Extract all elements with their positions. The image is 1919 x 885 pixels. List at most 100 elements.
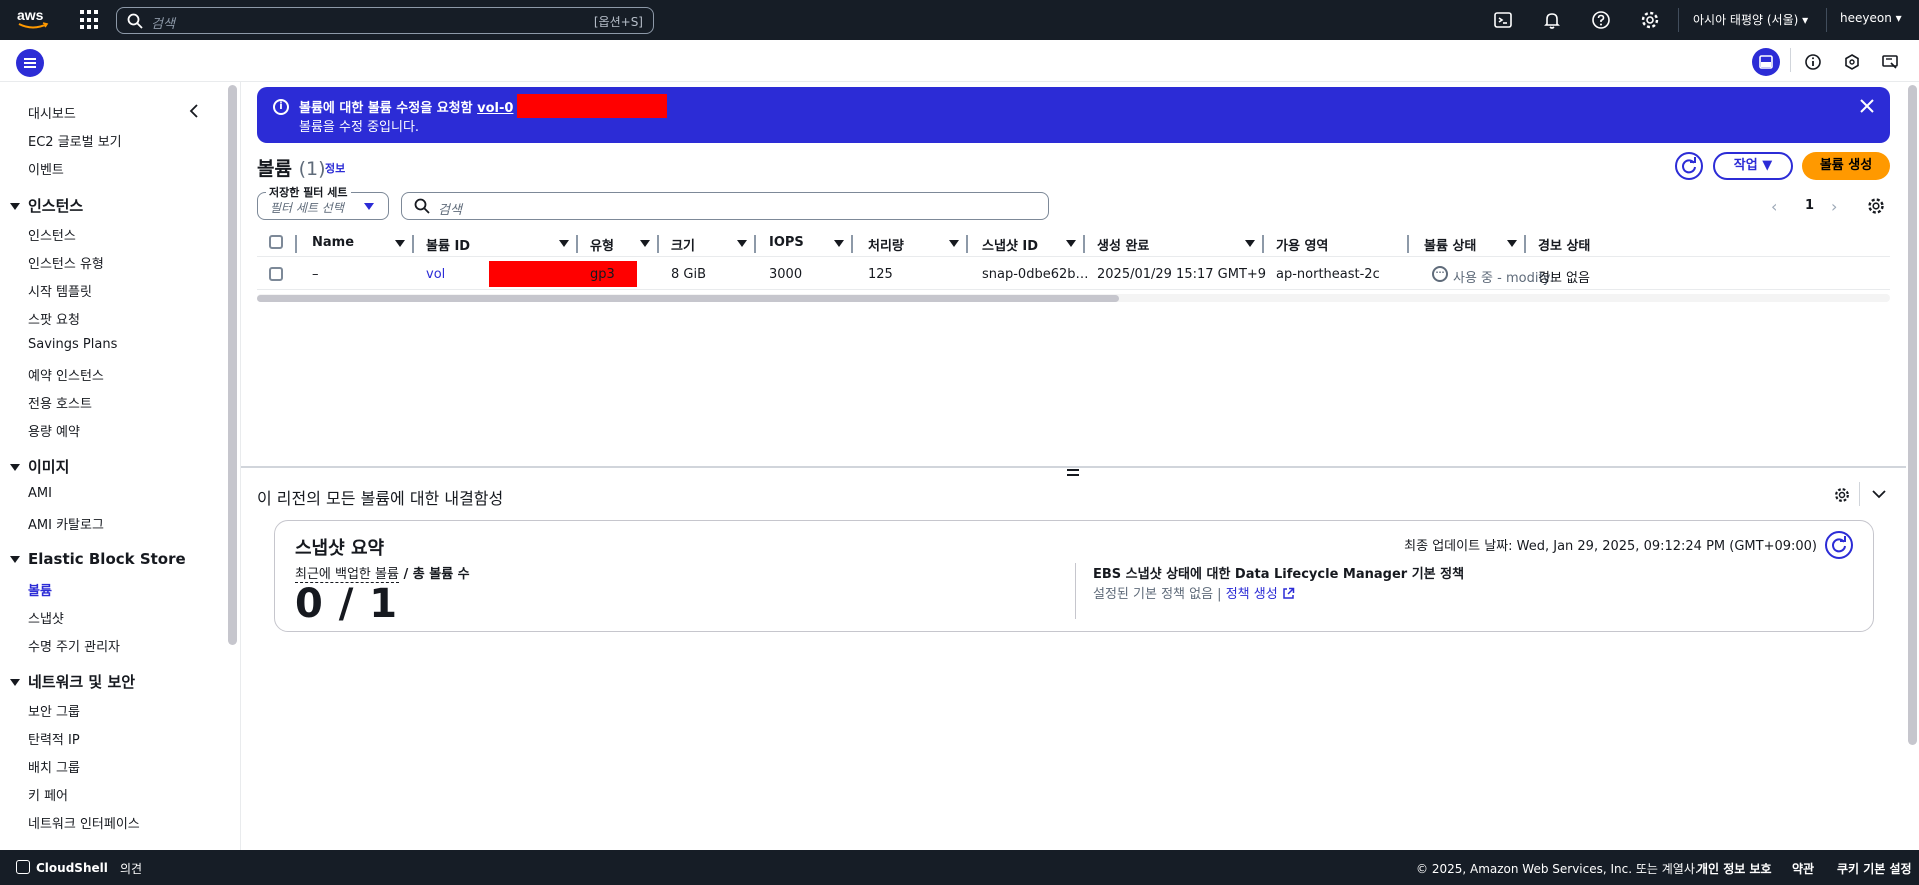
notifications-bell-icon[interactable]: [1542, 10, 1562, 30]
sidebar-item-snapshots[interactable]: 스냅샷: [28, 608, 64, 627]
gear-icon[interactable]: [1833, 486, 1851, 504]
column-header-volume-id[interactable]: 볼륨 ID: [426, 235, 470, 254]
cloudshell-icon[interactable]: [1493, 10, 1513, 30]
main-scrollbar[interactable]: [1908, 85, 1917, 745]
select-all-checkbox[interactable]: [269, 235, 283, 249]
feedback-link[interactable]: 의견: [120, 860, 142, 877]
sort-caret-icon[interactable]: [737, 240, 747, 247]
sidebar-item-placement-groups[interactable]: 배치 그룹: [28, 757, 80, 776]
sidebar-item-lifecycle-manager[interactable]: 수명 주기 관리자: [28, 636, 120, 655]
sidebar-item-instances[interactable]: 인스턴스: [28, 225, 76, 244]
sidebar-item-dashboard[interactable]: 대시보드: [28, 103, 76, 122]
sidebar-item-global-view[interactable]: EC2 글로벌 보기: [28, 131, 122, 150]
chevron-left-icon[interactable]: [188, 104, 200, 118]
svg-text:aws: aws: [17, 7, 44, 23]
sidebar-item-savings-plans[interactable]: Savings Plans: [28, 337, 117, 352]
sidebar-item-events[interactable]: 이벤트: [28, 159, 64, 178]
current-page[interactable]: 1: [1805, 198, 1814, 213]
actions-dropdown-button[interactable]: 작업 ▼: [1713, 152, 1793, 180]
global-search-input[interactable]: 검색 [옵션+S]: [116, 7, 654, 34]
gear-icon[interactable]: [1866, 196, 1886, 216]
cell-snapshot-id[interactable]: snap-0dbe62b…: [982, 267, 1089, 282]
refresh-icon: [1682, 157, 1696, 174]
sidebar-item-dedicated-hosts[interactable]: 전용 호스트: [28, 393, 92, 412]
account-menu[interactable]: heeyeon ▾: [1840, 11, 1902, 25]
section-title: 네트워크 및 보안: [28, 673, 136, 691]
create-policy-link[interactable]: 정책 생성: [1226, 587, 1295, 602]
chevron-left-icon[interactable]: ‹: [1771, 197, 1777, 216]
help-icon[interactable]: [1591, 10, 1611, 30]
column-header-created[interactable]: 생성 완료: [1097, 235, 1149, 254]
sidebar-item-instance-types[interactable]: 인스턴스 유형: [28, 253, 104, 272]
sidebar-item-ami[interactable]: AMI: [28, 486, 52, 501]
region-selector[interactable]: 아시아 태평양 (서울) ▾: [1693, 11, 1808, 28]
services-grid-icon[interactable]: [80, 10, 100, 30]
side-navigation-toggle-button[interactable]: [16, 49, 44, 77]
privacy-link[interactable]: 개인 정보 보호: [1697, 860, 1772, 877]
terms-link[interactable]: 약관: [1792, 860, 1814, 877]
cloudshell-button[interactable]: CloudShell: [16, 860, 108, 875]
sort-caret-icon[interactable]: [1507, 240, 1517, 247]
sidebar-item-spot-requests[interactable]: 스팟 요청: [28, 309, 80, 328]
info-panel-button[interactable]: [1801, 50, 1825, 74]
sidebar-scrollbar[interactable]: [228, 85, 237, 645]
split-panel-toggle-button[interactable]: [1752, 48, 1780, 76]
settings-gear-icon[interactable]: [1640, 10, 1660, 30]
aws-logo-icon[interactable]: aws: [16, 6, 50, 32]
cell-size: 8 GiB: [671, 267, 707, 282]
saved-filter-set-select[interactable]: 저장한 필터 세트 필터 세트 선택: [257, 184, 389, 220]
create-volume-button[interactable]: 볼륨 생성: [1802, 152, 1890, 180]
column-header-name[interactable]: Name: [312, 235, 354, 250]
sidebar-section-instances[interactable]: 인스턴스: [10, 195, 83, 216]
sidebar-section-network-security[interactable]: 네트워크 및 보안: [10, 671, 135, 692]
sort-caret-icon[interactable]: [640, 240, 650, 247]
table-horizontal-scrollbar[interactable]: [257, 295, 1119, 302]
sidebar-item-key-pairs[interactable]: 키 페어: [28, 785, 68, 804]
column-header-volume-state[interactable]: 볼륨 상태: [1424, 235, 1476, 254]
row-checkbox[interactable]: [269, 267, 283, 281]
sidebar-item-security-groups[interactable]: 보안 그룹: [28, 701, 80, 720]
flash-title-text: 볼륨에 대한 볼륨 수정을 요청함: [299, 101, 478, 116]
refresh-button[interactable]: [1675, 152, 1703, 180]
sidebar-item-volumes[interactable]: 볼륨: [28, 580, 52, 599]
sort-caret-icon[interactable]: [395, 240, 405, 247]
sidebar-item-capacity-reservations[interactable]: 용량 예약: [28, 421, 80, 440]
resources-panel-button[interactable]: [1840, 50, 1864, 74]
split-panel-title: 이 리전의 모든 볼륨에 대한 내결함성: [257, 489, 504, 508]
sort-caret-icon[interactable]: [559, 240, 569, 247]
chevron-right-icon[interactable]: ›: [1831, 197, 1837, 216]
sort-caret-icon[interactable]: [1066, 240, 1076, 247]
info-link[interactable]: 정보: [325, 160, 345, 176]
sidebar-item-launch-templates[interactable]: 시작 템플릿: [28, 281, 92, 300]
cell-volume-id-link[interactable]: vol: [426, 267, 445, 282]
column-header-size[interactable]: 크기: [671, 235, 695, 254]
sidebar-section-images[interactable]: 이미지: [10, 456, 69, 477]
external-link-icon: [1283, 587, 1295, 599]
chevron-down-icon[interactable]: [1869, 484, 1889, 504]
feedback-panel-button[interactable]: [1878, 50, 1902, 74]
close-icon[interactable]: [1858, 97, 1876, 115]
sort-caret-icon[interactable]: [1245, 240, 1255, 247]
cookie-preferences-link[interactable]: 쿠키 기본 설정: [1837, 860, 1912, 877]
column-header-type[interactable]: 유형: [590, 235, 614, 254]
sidebar-section-ebs[interactable]: Elastic Block Store: [10, 550, 186, 568]
column-header-snapshot-id[interactable]: 스냅샷 ID: [982, 235, 1038, 254]
table-row[interactable]: – vol gp3 8 GiB 3000 125 snap-0dbe62b… 2…: [257, 259, 1890, 290]
column-header-iops[interactable]: IOPS: [769, 235, 804, 250]
flash-volume-link[interactable]: vol-0: [477, 101, 513, 116]
split-panel-resize-handle[interactable]: [1067, 469, 1079, 479]
refresh-button[interactable]: [1825, 531, 1853, 559]
sort-caret-icon[interactable]: [949, 240, 959, 247]
pagination: ‹ 1 ›: [1771, 192, 1891, 220]
column-header-throughput[interactable]: 처리량: [868, 235, 904, 254]
volume-search-input[interactable]: 검색: [401, 192, 1049, 220]
column-header-alarm-state[interactable]: 경보 상태: [1538, 235, 1590, 254]
side-navigation: 대시보드 EC2 글로벌 보기 이벤트 인스턴스 인스턴스 인스턴스 유형 시작…: [0, 82, 228, 850]
sidebar-item-elastic-ips[interactable]: 탄력적 IP: [28, 729, 80, 748]
flash-message-body: 볼륨을 수정 중입니다.: [299, 120, 420, 135]
sort-caret-icon[interactable]: [834, 240, 844, 247]
column-header-az[interactable]: 가용 영역: [1276, 235, 1328, 254]
sidebar-item-network-interfaces[interactable]: 네트워크 인터페이스: [28, 813, 140, 832]
sidebar-item-reserved-instances[interactable]: 예약 인스턴스: [28, 365, 104, 384]
sidebar-item-ami-catalog[interactable]: AMI 카탈로그: [28, 514, 104, 533]
